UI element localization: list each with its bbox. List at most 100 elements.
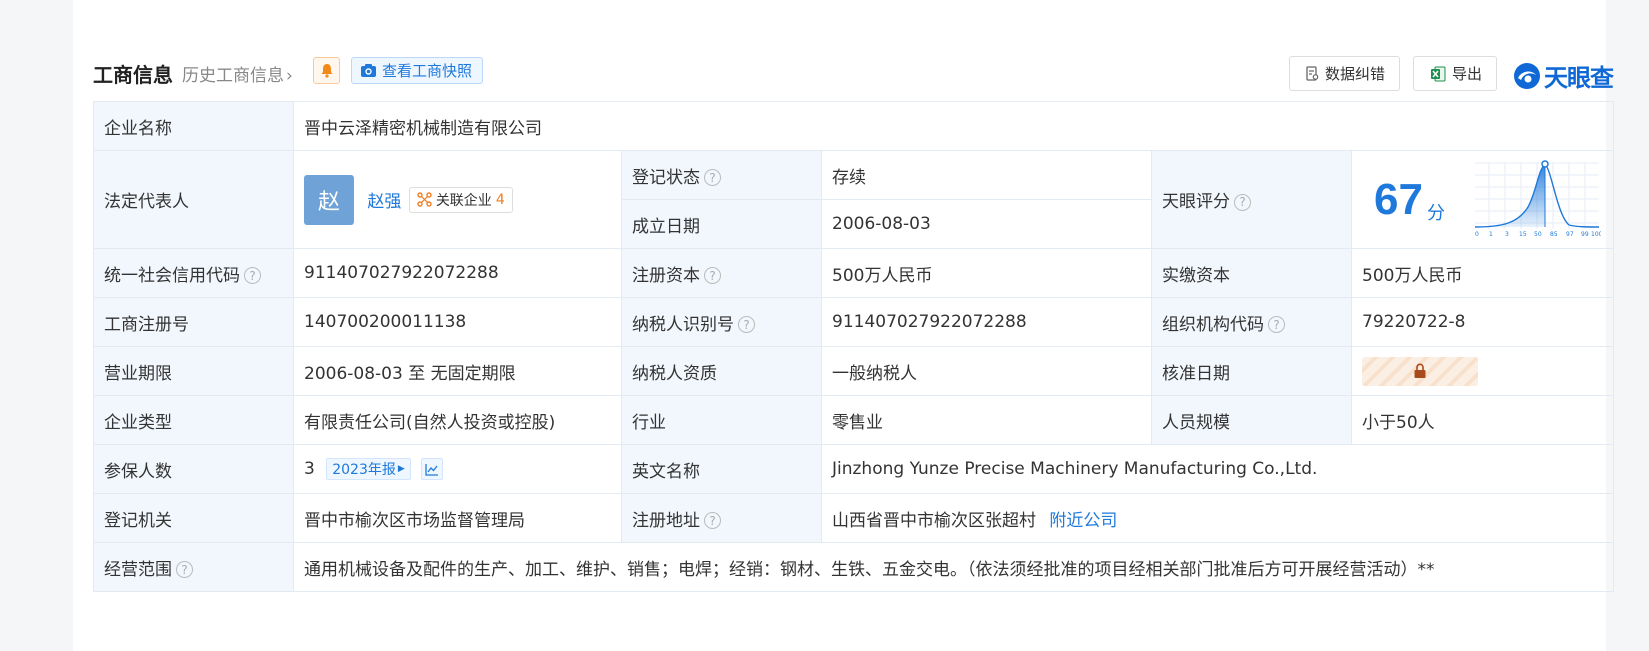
export-button[interactable]: 导出 (1413, 56, 1498, 91)
staff-size-value: 小于50人 (1350, 395, 1615, 445)
label-scope-text: 经营范围 (104, 559, 172, 580)
section-header: 工商信息 历史工商信息 › 查看工商快照 数据纠错 导出 天眼查 (93, 56, 1614, 92)
found-date-value: 2006-08-03 (821, 199, 1152, 249)
data-correct-button[interactable]: 数据纠错 (1289, 56, 1401, 91)
history-link[interactable]: 历史工商信息 › (182, 61, 293, 86)
logo-eye-icon (1514, 62, 1540, 89)
avatar[interactable]: 赵 (304, 174, 354, 225)
reg-capital-value: 500万人民币 (821, 248, 1152, 298)
label-reg-capital-text: 注册资本 (632, 265, 700, 286)
bell-button[interactable] (313, 57, 340, 84)
tick-label: 1 (1489, 231, 1493, 238)
label-credit-code: 统一社会信用代码? (93, 248, 294, 298)
help-icon[interactable]: ? (1268, 316, 1285, 333)
nearby-companies-link[interactable]: 附近公司 (1049, 511, 1117, 531)
section-title: 工商信息 (93, 63, 173, 87)
distribution-area (1475, 165, 1546, 227)
legal-rep-name[interactable]: 赵强 (367, 192, 401, 212)
export-label: 导出 (1452, 65, 1483, 83)
address-cell: 山西省晋中市榆次区张超村 附近公司 (820, 493, 1615, 543)
label-address-text: 注册地址 (632, 510, 700, 531)
reg-no-value: 140700200011138 (293, 297, 622, 347)
industry-value: 零售业 (821, 395, 1152, 445)
tick-label: 85 (1550, 231, 1558, 238)
label-taxpayer-id: 纳税人识别号? (621, 297, 822, 347)
label-taxpayer-qual: 纳税人资质 (621, 346, 822, 396)
tianyancha-logo: 天眼查 (1513, 58, 1614, 93)
annual-report-label: 2023年报 (332, 462, 396, 478)
authority-value: 晋中市榆次区市场监督管理局 (293, 493, 622, 543)
label-status: 登记状态? (621, 150, 822, 200)
score-marker (1541, 160, 1549, 168)
snapshot-button[interactable]: 查看工商快照 (351, 57, 484, 84)
trend-chart-button[interactable] (421, 458, 444, 480)
label-term: 营业期限 (93, 346, 294, 396)
tick-label: 97 (1566, 231, 1574, 238)
label-score-text: 天眼评分 (1162, 192, 1230, 212)
label-taxpayer-id-text: 纳税人识别号 (632, 314, 734, 335)
tick-label: 0 (1475, 231, 1479, 238)
label-english-name: 英文名称 (621, 444, 822, 494)
score-unit: 分 (1426, 202, 1445, 224)
caret-right-icon: ▶ (397, 464, 405, 474)
label-approve-date: 核准日期 (1151, 346, 1352, 396)
insured-value: 3 (304, 459, 315, 479)
network-icon (417, 192, 432, 207)
trend-chart-icon (425, 463, 439, 476)
chevron-right-icon: › (286, 66, 293, 86)
locked-value-button[interactable] (1362, 356, 1478, 386)
label-address: 注册地址? (621, 493, 822, 543)
term-value: 2006-08-03 至 无固定期限 (293, 346, 622, 396)
label-score: 天眼评分? (1151, 150, 1352, 249)
label-paid-capital: 实缴资本 (1151, 248, 1352, 298)
company-type-value: 有限责任公司(自然人投资或控股) (293, 395, 622, 445)
help-icon[interactable]: ? (704, 169, 721, 186)
tick-label: 3 (1505, 231, 1509, 238)
related-companies-count: 4 (495, 191, 505, 208)
help-icon[interactable]: ? (244, 267, 261, 284)
history-link-label: 历史工商信息 (182, 66, 284, 86)
label-company-name: 企业名称 (93, 101, 294, 151)
label-authority: 登记机关 (93, 493, 294, 543)
label-status-text: 登记状态 (632, 167, 700, 188)
label-org-code: 组织机构代码? (1151, 297, 1352, 347)
logo-text: 天眼查 (1544, 64, 1614, 92)
help-icon[interactable]: ? (1234, 193, 1251, 211)
help-icon[interactable]: ? (738, 316, 755, 333)
help-icon[interactable]: ? (176, 561, 193, 578)
related-companies-button[interactable]: 关联企业 4 (408, 186, 513, 213)
score-distribution-chart[interactable]: 0 1 3 15 50 85 97 99 100 (1473, 159, 1601, 239)
label-found-date: 成立日期 (621, 199, 822, 249)
scope-value: 通用机械设备及配件的生产、加工、维护、销售；电焊；经销：钢材、生铁、五金交电。（… (292, 542, 1615, 592)
label-credit-code-text: 统一社会信用代码 (104, 265, 240, 286)
help-icon[interactable]: ? (704, 267, 721, 284)
score-cell: 67 分 0 1 3 15 50 85 97 99 10 (1350, 150, 1615, 249)
paid-capital-value: 500万人民币 (1350, 248, 1615, 298)
tick-label: 100 (1591, 231, 1601, 238)
document-edit-icon (1306, 66, 1319, 81)
insured-cell: 3 2023年报 ▶ (293, 444, 622, 494)
tick-label: 15 (1519, 231, 1527, 238)
data-correct-label: 数据纠错 (1325, 65, 1386, 83)
approve-date-cell (1350, 346, 1615, 396)
excel-icon (1431, 66, 1446, 81)
taxpayer-id-value: 911407027922072288 (821, 297, 1152, 347)
legal-rep-cell: 赵 赵强 关联企业 4 (293, 150, 622, 249)
status-value: 存续 (821, 150, 1152, 200)
annual-report-tag[interactable]: 2023年报 ▶ (326, 458, 411, 480)
label-insured: 参保人数 (93, 444, 294, 494)
lock-icon (1414, 363, 1426, 378)
snapshot-button-label: 查看工商快照 (382, 62, 473, 80)
label-reg-capital: 注册资本? (621, 248, 822, 298)
label-industry: 行业 (621, 395, 822, 445)
address-value: 山西省晋中市榆次区张超村 (832, 510, 1036, 531)
label-scope: 经营范围? (93, 542, 294, 592)
help-icon[interactable]: ? (704, 512, 721, 529)
org-code-value: 79220722-8 (1350, 297, 1615, 347)
label-staff-size: 人员规模 (1151, 395, 1352, 445)
taxpayer-qual-value: 一般纳税人 (821, 346, 1152, 396)
label-company-type: 企业类型 (93, 395, 294, 445)
label-org-code-text: 组织机构代码 (1162, 314, 1264, 335)
bell-icon (321, 64, 332, 78)
english-name-value: Jinzhong Yunze Precise Machinery Manufac… (820, 444, 1615, 494)
